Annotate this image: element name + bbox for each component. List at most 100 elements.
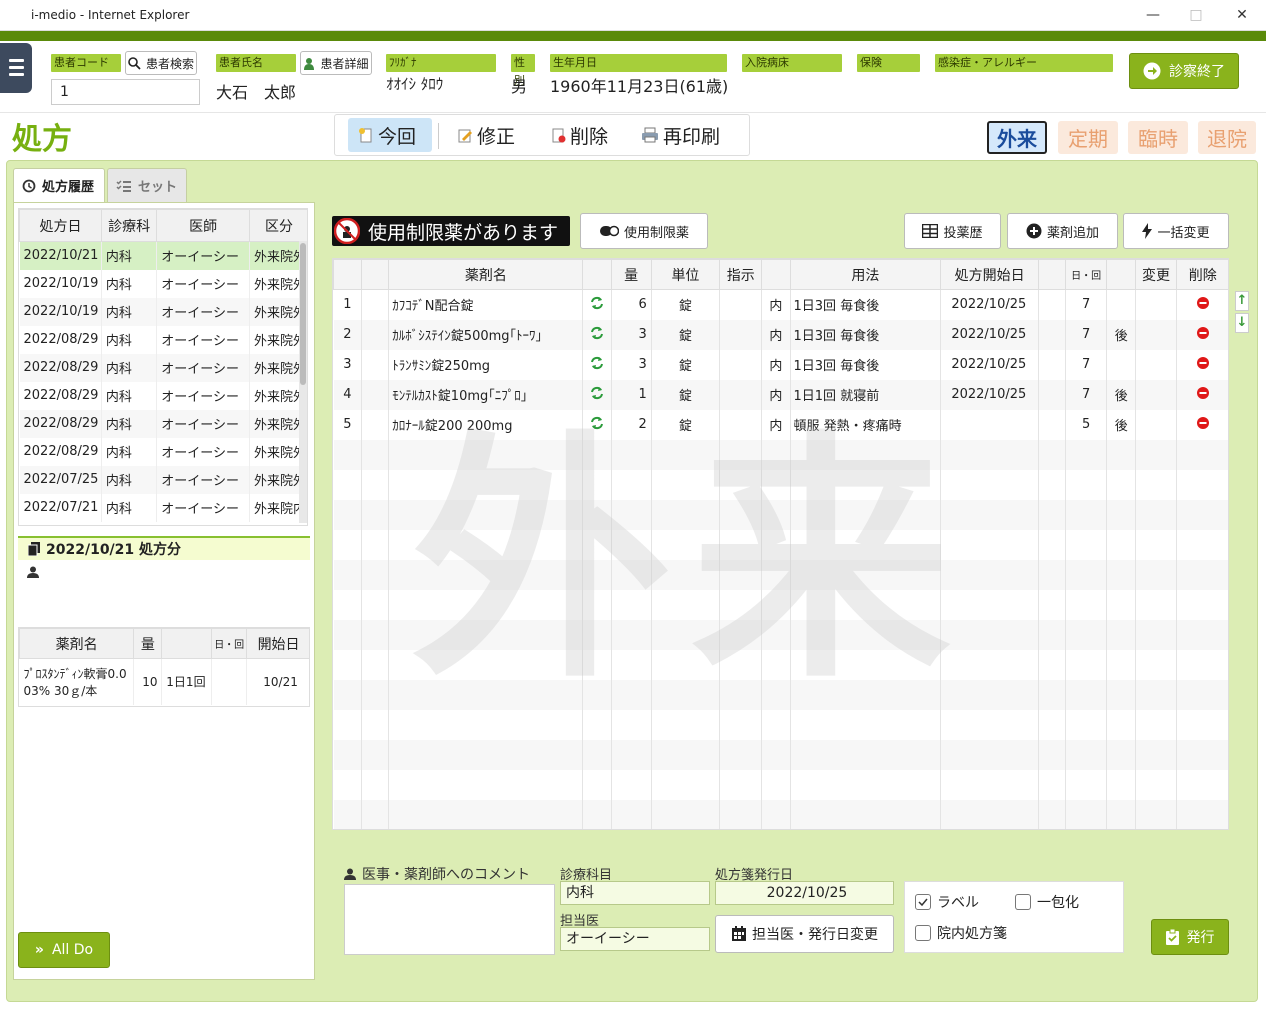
history-header-cell[interactable]: 医師 xyxy=(156,209,251,242)
patient-code-input[interactable]: 1 xyxy=(51,79,200,105)
prescription-cell[interactable] xyxy=(582,409,612,440)
delete-row-icon[interactable] xyxy=(1196,326,1209,339)
prescription-cell xyxy=(1135,529,1177,560)
current-button[interactable]: 今回 xyxy=(348,118,432,152)
pack-checkbox[interactable] xyxy=(1015,894,1031,910)
add-drug-button[interactable]: 薬剤追加 xyxy=(1007,213,1118,249)
history-row[interactable]: 2022/07/25 内科 オーイーシー 外来院外 xyxy=(19,465,307,494)
history-row[interactable]: 2022/10/19 内科 オーイーシー 外来院外 xyxy=(19,297,307,326)
refresh-icon[interactable] xyxy=(590,416,604,430)
detail-header-cell: 開始日 xyxy=(246,628,309,659)
prescription-cell[interactable] xyxy=(1176,349,1228,380)
options-box: ラベル 一包化 院内処方箋 xyxy=(904,881,1124,953)
history-header-cell[interactable]: 診療科 xyxy=(100,209,158,242)
prescription-row[interactable]: 3 ﾄﾗﾝｻﾐﾝ錠250mg 3 錠内 1日3回 毎食後 2022/10/25 7 xyxy=(333,349,1228,380)
label-checkbox[interactable] xyxy=(915,894,931,910)
menu-button[interactable] xyxy=(0,43,32,93)
prescription-cell[interactable] xyxy=(1176,319,1228,350)
tab-history[interactable]: 処方履歴 xyxy=(13,168,105,202)
history-row[interactable]: 2022/10/19 内科 オーイーシー 外来院外 xyxy=(19,269,307,298)
mode-discharge[interactable]: 退院 xyxy=(1198,121,1256,154)
history-row[interactable]: 2022/07/21 内科 オーイーシー 外来院内 xyxy=(19,493,307,522)
label-option[interactable]: ラベル xyxy=(915,892,979,912)
prescription-cell[interactable] xyxy=(582,319,612,350)
prescription-cell xyxy=(582,709,612,740)
pack-option[interactable]: 一包化 xyxy=(1015,892,1079,912)
detail-row[interactable]: ﾌﾟﾛｽﾀﾝﾃﾞｨﾝ軟膏0.003% 30ｇ/本 10 1日1回 10/21 xyxy=(19,658,309,705)
prescription-row[interactable]: 1 ｶﾌｺﾃﾞN配合錠 6 錠 内 1日3回 毎食後 2022/10/25 7 xyxy=(333,289,1228,320)
history-row[interactable]: 2022/10/21 内科 オーイーシー 外来院外 xyxy=(19,241,307,270)
history-row[interactable]: 2022/08/29 内科 オーイーシー 外来院外 xyxy=(19,409,307,438)
patient-detail-button[interactable]: 患者詳細 xyxy=(300,51,372,75)
history-table-wrap: 処方日 診療科 医師 区分 2022/10/21 内科 オーイーシー 外来院外 2022/10… xyxy=(18,208,308,526)
prescription-cell xyxy=(761,619,791,650)
history-row[interactable]: 2022/08/29 内科 オーイーシー 外来院外 xyxy=(19,353,307,382)
prescription-cell xyxy=(1065,649,1108,680)
prescription-cell xyxy=(611,499,652,530)
prescription-cell xyxy=(761,679,791,710)
delete-row-icon[interactable] xyxy=(1196,356,1209,369)
prescription-cell[interactable] xyxy=(1176,379,1228,410)
issue-date-field[interactable]: 2022/10/25 xyxy=(715,881,894,905)
detail-table-wrap: 薬剤名量 日・回 開始日 ﾌﾟﾛｽﾀﾝﾃﾞｨﾝ軟膏0.003% 30ｇ/本 10 1日1… xyxy=(18,627,310,707)
restricted-drugs-button[interactable]: 使用制限薬 xyxy=(580,213,708,249)
prescription-cell xyxy=(1135,619,1177,650)
prescription-cell[interactable] xyxy=(1176,289,1228,320)
refresh-icon[interactable] xyxy=(590,326,604,340)
prescription-cell xyxy=(761,499,791,530)
prescription-cell xyxy=(1135,649,1177,680)
comment-textarea[interactable] xyxy=(344,884,555,955)
change-doctor-date-button[interactable]: 担当医・発行日変更 xyxy=(715,915,894,953)
delete-row-icon[interactable] xyxy=(1196,416,1209,429)
history-row[interactable]: 2022/08/29 内科 オーイーシー 外来院外 xyxy=(19,381,307,410)
dept-field[interactable]: 内科 xyxy=(560,881,710,905)
history-scrollbar[interactable] xyxy=(299,241,307,523)
medication-history-button[interactable]: 投薬歴 xyxy=(904,213,1001,249)
prescription-cell xyxy=(1038,619,1067,650)
prescription-cell xyxy=(388,589,584,620)
patient-search-button[interactable]: 患者検索 xyxy=(125,51,197,75)
mode-outpatient[interactable]: 外来 xyxy=(987,121,1047,154)
end-consultation-button[interactable]: 診察終了 xyxy=(1129,53,1239,89)
tab-set[interactable]: セット xyxy=(107,168,187,202)
refresh-icon[interactable] xyxy=(590,296,604,310)
prescription-row[interactable]: 5 ｶﾛﾅｰﾙ錠200 200mg 2 錠内頓服 発熱・疼痛時 5 後 xyxy=(333,409,1228,440)
doctor-field[interactable]: オーイーシー xyxy=(560,927,710,951)
bulk-change-button[interactable]: 一括変更 xyxy=(1123,213,1229,249)
prescription-row[interactable]: 4 ﾓﾝﾃﾙｶｽﾄ錠10mg｢ﾆﾌﾟﾛ｣ 1 錠 内 1日1回 就寝前 2022/10/25… xyxy=(333,379,1228,410)
delete-row-icon[interactable] xyxy=(1196,296,1209,309)
refresh-icon[interactable] xyxy=(590,356,604,370)
inhouse-option[interactable]: 院内処方箋 xyxy=(915,923,1007,943)
prescription-cell xyxy=(651,589,721,620)
prescription-cell[interactable] xyxy=(582,379,612,410)
history-row[interactable]: 2022/08/29 内科 オーイーシー 外来院外 xyxy=(19,325,307,354)
minimize-icon[interactable]: — xyxy=(1142,4,1164,26)
prescription-cell[interactable] xyxy=(582,289,612,320)
delete-row-icon[interactable] xyxy=(1196,386,1209,399)
close-icon[interactable]: ✕ xyxy=(1231,4,1253,26)
edit-button[interactable]: 修正 xyxy=(457,118,515,152)
prescription-cell[interactable] xyxy=(1176,409,1228,440)
mode-temporary[interactable]: 臨時 xyxy=(1128,121,1188,154)
history-header-cell[interactable]: 処方日 xyxy=(19,209,102,242)
prescription-cell xyxy=(940,559,1039,590)
inhouse-checkbox[interactable] xyxy=(915,925,931,941)
move-down-button[interactable]: ↓ xyxy=(1235,313,1249,333)
maximize-icon[interactable]: □ xyxy=(1185,4,1207,26)
all-do-button[interactable]: » All Do xyxy=(18,932,110,968)
prescription-cell xyxy=(333,799,363,829)
prescription-cell xyxy=(940,619,1039,650)
delete-button[interactable]: 削除 xyxy=(550,118,608,152)
patient-kana: ｵｵｲｼ ﾀﾛｳ xyxy=(386,75,444,93)
reprint-button[interactable]: 再印刷 xyxy=(641,118,720,152)
mode-regular[interactable]: 定期 xyxy=(1058,121,1118,154)
prescription-row[interactable]: 2 ｶﾙﾎﾞｼｽﾃｲﾝ錠500mg｢ﾄｰﾜ｣ 3 錠 内 1日3回 毎食後 2022/10/… xyxy=(333,319,1228,350)
history-header-cell[interactable]: 区分 xyxy=(249,209,307,242)
issue-button[interactable]: 発行 xyxy=(1151,919,1229,955)
scrollbar-thumb[interactable] xyxy=(300,243,306,385)
history-row[interactable]: 2022/08/29 内科 オーイーシー 外来院外 xyxy=(19,437,307,466)
prescription-table: 薬剤名量単位 指示 用法 処方開始日 日・回 変更 削除 1 ｶﾌｺﾃﾞN配合錠 6 錠内 1日3回… xyxy=(333,259,1228,829)
prescription-cell[interactable] xyxy=(582,349,612,380)
move-up-button[interactable]: ↑ xyxy=(1235,291,1249,311)
refresh-icon[interactable] xyxy=(590,386,604,400)
